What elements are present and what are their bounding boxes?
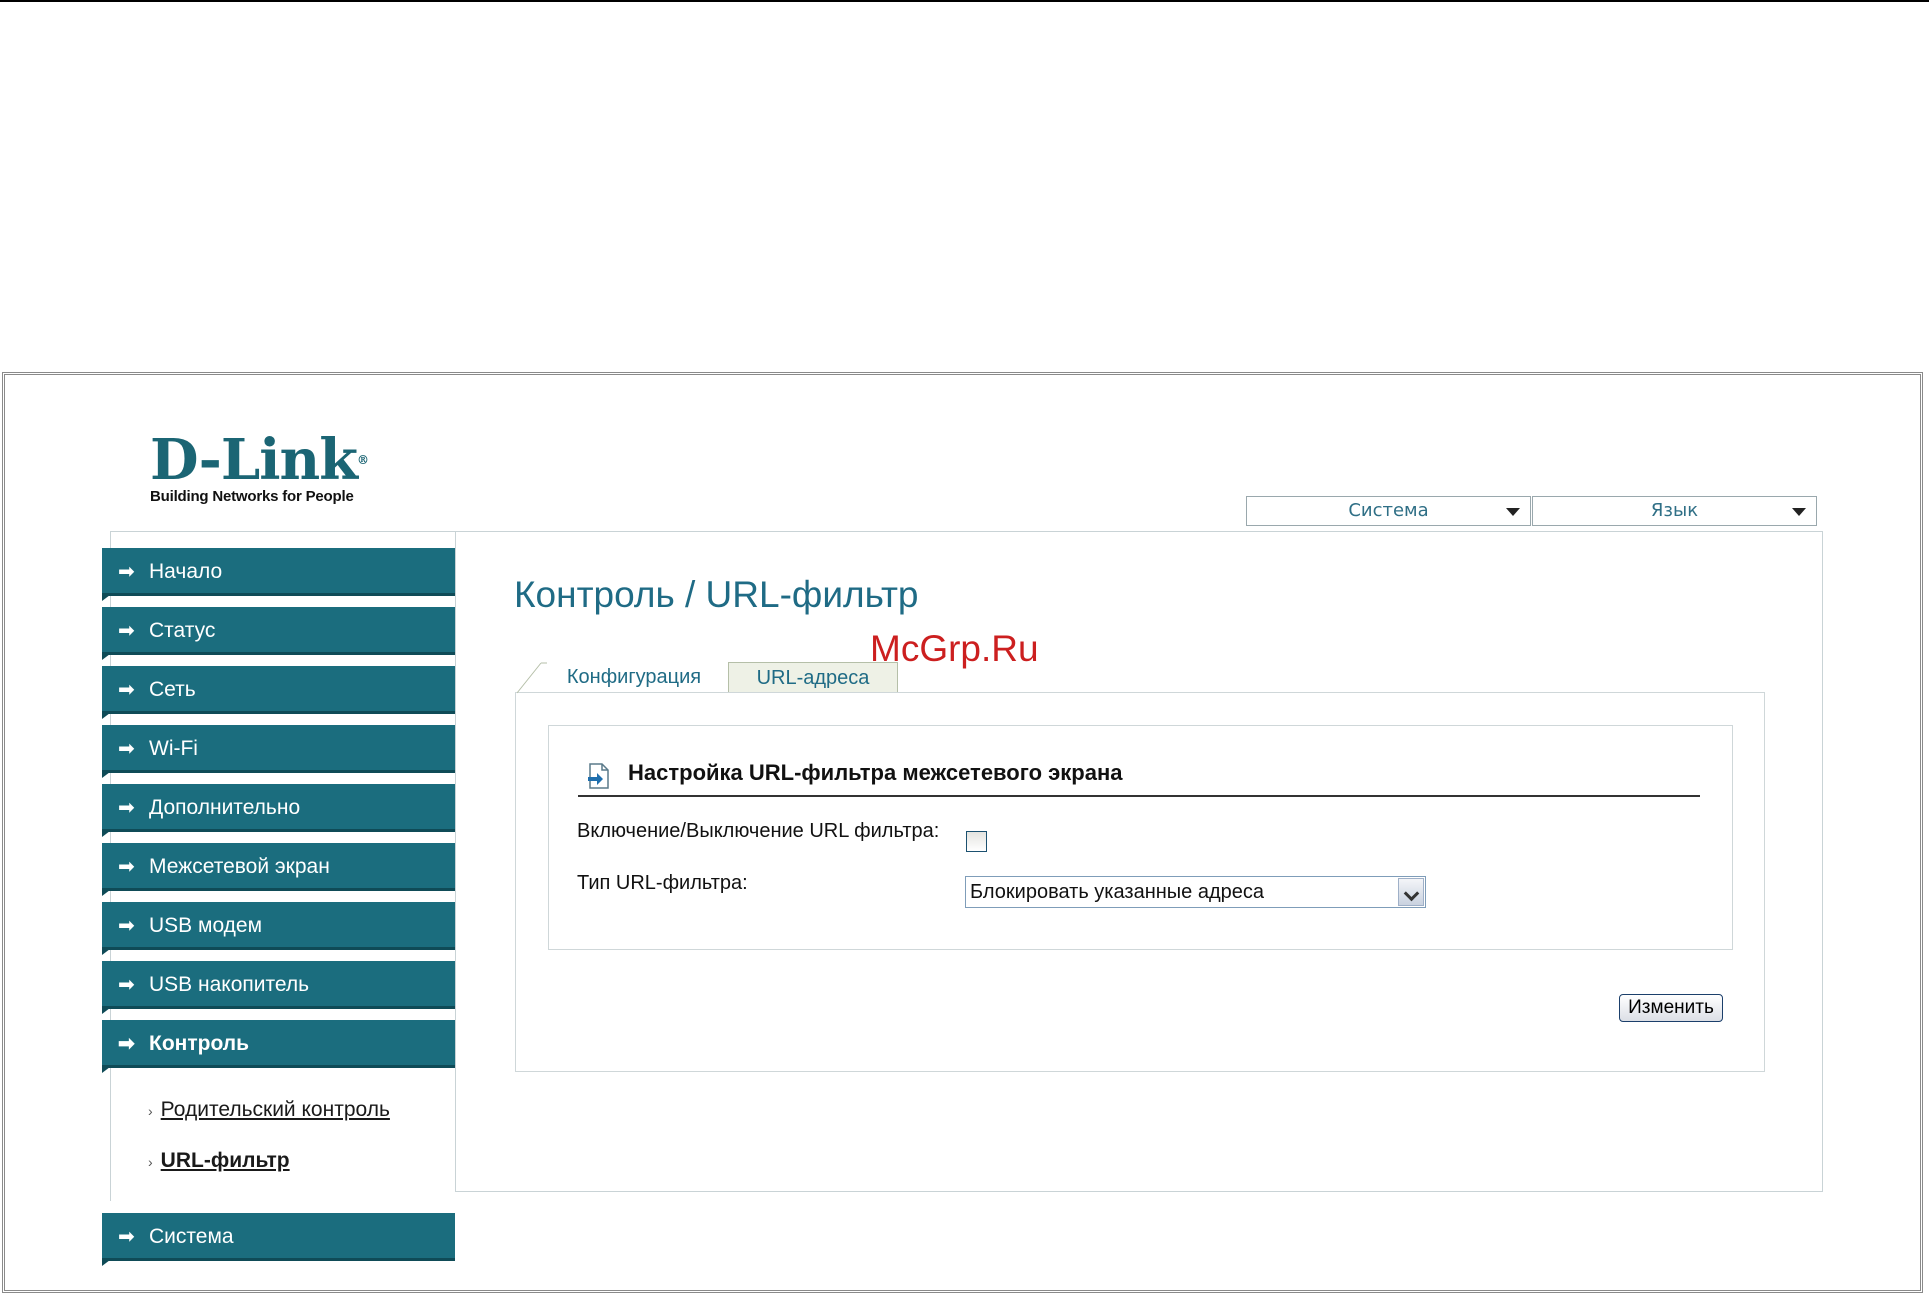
sidebar-item-label: Wi-Fi [149,737,198,760]
sidebar-item-label: Статус [149,619,216,642]
dlink-logo: D-Link® Building Networks for People [150,427,369,505]
logo-tagline: Building Networks for People [150,488,354,505]
arrow-right-icon: ➡ [118,620,135,642]
sidebar-item-label: Система [149,1225,234,1248]
sidebar-item-network[interactable]: ➡ Сеть [102,666,455,719]
sidebar-item-usb-storage[interactable]: ➡ USB накопитель [102,961,455,1014]
language-menu-label: Язык [1650,500,1699,521]
sidebar-subitem-parental-control[interactable]: › Родительский контроль [148,1098,390,1122]
bullet-icon: › [148,1154,153,1170]
arrow-right-icon: ➡ [118,561,135,583]
sidebar-item-label: USB накопитель [149,973,310,996]
sidebar-item-status[interactable]: ➡ Статус [102,607,455,660]
arrow-right-icon: ➡ [118,1226,135,1248]
sidebar-item-label: Контроль [149,1032,249,1055]
apply-button[interactable]: Изменить [1619,994,1723,1022]
sidebar-item-label: Межсетевой экран [149,855,330,878]
arrow-right-icon: ➡ [118,856,135,878]
arrow-right-icon: ➡ [118,738,135,760]
chevron-down-icon [1398,878,1424,906]
tab-label: Конфигурация [566,666,702,688]
top-rule [0,0,1929,2]
sidebar-item-label: Начало [149,560,223,583]
sidebar-subitem-label: URL-фильтр [160,1149,290,1172]
tab-label: URL-адреса [756,667,870,689]
arrow-right-icon: ➡ [118,915,135,937]
page-title: Контроль / URL-фильтр [514,574,919,615]
arrow-right-icon: ➡ [118,797,135,819]
logo-brand: D-Link® [150,427,369,493]
enable-filter-checkbox[interactable] [966,831,987,852]
chevron-down-icon [1506,508,1520,516]
sidebar-subitem-label: Родительский контроль [160,1098,390,1121]
sidebar-item-label: USB модем [149,914,263,937]
system-menu-label: Система [1348,500,1429,521]
arrow-right-icon: ➡ [118,1033,135,1055]
tab-configuration[interactable]: Конфигурация [540,662,728,692]
language-menu[interactable]: Язык [1532,496,1817,526]
sidebar-item-label: Сеть [149,678,196,701]
sidebar-item-control[interactable]: ➡ Контроль [102,1020,455,1073]
filter-type-value: Блокировать указанные адреса [970,881,1264,903]
filter-type-label: Тип URL-фильтра: [577,872,748,894]
arrow-right-icon: ➡ [118,679,135,701]
sidebar-item-firewall[interactable]: ➡ Межсетевой экран [102,843,455,896]
system-menu[interactable]: Система [1246,496,1531,526]
section-title: Настройка URL-фильтра межсетевого экрана [628,760,1123,785]
document-arrow-icon [588,763,609,789]
tab-url-addresses[interactable]: URL-адреса [728,662,898,692]
sidebar-item-wifi[interactable]: ➡ Wi-Fi [102,725,455,778]
sidebar-subitem-url-filter[interactable]: › URL-фильтр [148,1149,290,1173]
bullet-icon: › [148,1103,153,1119]
sidebar-item-system[interactable]: ➡ Система [102,1213,455,1266]
filter-type-select[interactable]: Блокировать указанные адреса [965,876,1426,908]
sidebar-item-start[interactable]: ➡ Начало [102,548,455,601]
chevron-down-icon [1792,508,1806,516]
enable-filter-label: Включение/Выключение URL фильтра: [577,820,940,842]
sidebar-item-label: Дополнительно [149,796,301,819]
sidebar-item-advanced[interactable]: ➡ Дополнительно [102,784,455,837]
arrow-right-icon: ➡ [118,974,135,996]
section-divider [578,795,1700,797]
sidebar-item-usb-modem[interactable]: ➡ USB модем [102,902,455,955]
